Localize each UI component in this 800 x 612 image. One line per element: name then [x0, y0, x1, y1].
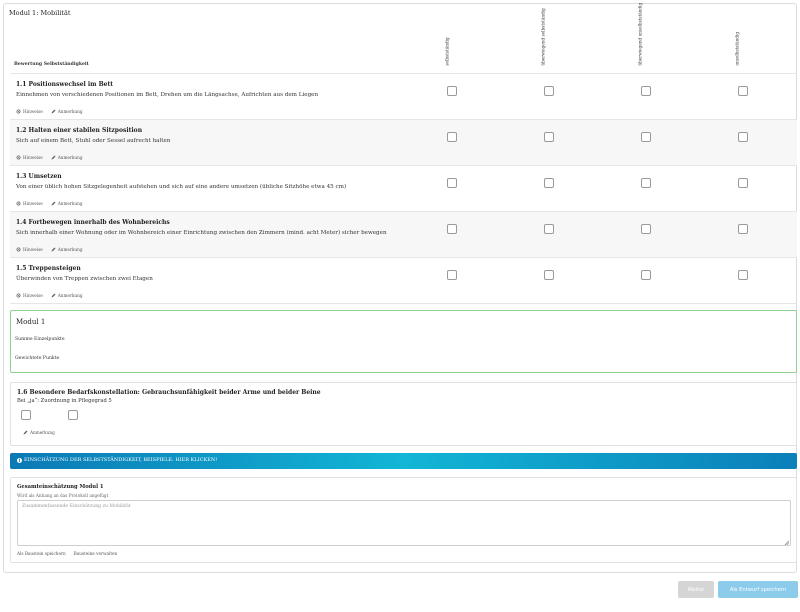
column-header-ueberwiegend-selbststaendig: überwiegend selbstständig — [540, 8, 546, 66]
criterion-actions: Hinweise Anmerkung — [16, 293, 83, 298]
criterion-title: 1.4 Fortbewegen innerhalb des Wohnbereic… — [16, 219, 170, 226]
module-score-title: Modul 1 — [16, 318, 46, 326]
rating-checkbox-ueberwiegend-selbststaendig[interactable] — [544, 86, 554, 96]
pencil-icon — [51, 155, 56, 160]
save-draft-button[interactable]: Als Entwurf speichern — [718, 581, 798, 598]
column-header-unselbststaendig: unselbstständig — [734, 32, 740, 66]
column-header-ueberwiegend-unselbststaendig: überwiegend unselbstständig — [637, 3, 643, 66]
special-constellation-text: Bei „ja“: Zuordnung in Pflegegrad 5 — [17, 398, 112, 404]
note-link[interactable]: Anmerkung — [51, 109, 83, 114]
rating-checkbox-ueberwiegend-unselbststaendig[interactable] — [641, 86, 651, 96]
note-link[interactable]: Anmerkung — [51, 247, 83, 252]
save-as-block-link[interactable]: Als Baustein speichern — [17, 551, 66, 556]
rating-checkbox-selbststaendig[interactable] — [447, 270, 457, 280]
criterion-actions: Hinweise Anmerkung — [16, 247, 83, 252]
rating-checkbox-ueberwiegend-selbststaendig[interactable] — [544, 270, 554, 280]
note-link[interactable]: Anmerkung — [51, 155, 83, 160]
module-score-box: Modul 1 Summe Einzelpunkte Gewichtete Pu… — [10, 310, 797, 373]
note-link[interactable]: Anmerkung — [23, 430, 55, 435]
manage-blocks-link[interactable]: Bausteine verwalten — [74, 551, 118, 556]
rating-checkbox-selbststaendig[interactable] — [447, 132, 457, 142]
note-link[interactable]: Anmerkung — [51, 201, 83, 206]
criterion-title: 1.2 Halten einer stabilen Sitzposition — [16, 127, 143, 134]
special-constellation-box: 1.6 Besondere Bedarfskonstellation: Gebr… — [10, 382, 797, 446]
criterion-title: 1.3 Umsetzen — [16, 173, 62, 180]
rating-checkbox-ueberwiegend-unselbststaendig[interactable] — [641, 224, 651, 234]
column-header-selbststaendig: selbstständig — [444, 37, 450, 66]
note-link[interactable]: Anmerkung — [51, 293, 83, 298]
criterion-title: 1.1 Positionswechsel im Bett — [16, 81, 114, 88]
pencil-icon — [51, 109, 56, 114]
criterion-actions: Hinweise Anmerkung — [16, 155, 83, 160]
criterion-description: Einnehmen von verschiedenen Positionen i… — [16, 92, 319, 98]
rating-checkbox-ueberwiegend-unselbststaendig[interactable] — [641, 178, 651, 188]
criterion-description: Von einer üblich hohen Sitzgelegenheit a… — [16, 184, 347, 190]
next-button[interactable]: Weiter — [678, 581, 714, 598]
gear-icon — [16, 155, 21, 160]
rating-checkbox-ueberwiegend-unselbststaendig[interactable] — [641, 270, 651, 280]
gear-icon — [16, 109, 21, 114]
gear-icon — [16, 293, 21, 298]
criterion-row: 1.3 Umsetzen Von einer üblich hohen Sitz… — [10, 166, 797, 212]
hint-link[interactable]: Hinweise — [16, 247, 43, 252]
rating-checkbox-unselbststaendig[interactable] — [738, 86, 748, 96]
sum-points-label: Summe Einzelpunkte — [15, 337, 65, 342]
weighted-points-label: Gewichtete Punkte — [15, 356, 60, 361]
criterion-row: 1.2 Halten einer stabilen Sitzposition S… — [10, 120, 797, 166]
gear-icon — [16, 201, 21, 206]
pencil-icon — [51, 247, 56, 252]
row-header-label: Bewertung Selbstständigkeit — [14, 62, 89, 67]
hint-link[interactable]: Hinweise — [16, 109, 43, 114]
criterion-actions: Hinweise Anmerkung — [16, 201, 83, 206]
hint-link[interactable]: Hinweise — [16, 201, 43, 206]
info-banner[interactable]: i EINSCHÄTZUNG DER SELBSTSTÄNDIGKEIT, BEI… — [10, 453, 797, 469]
criterion-row: 1.1 Positionswechsel im Bett Einnehmen v… — [10, 74, 797, 120]
special-no-checkbox[interactable] — [68, 410, 78, 420]
rating-checkbox-selbststaendig[interactable] — [447, 224, 457, 234]
criterion-actions: Hinweise Anmerkung — [16, 109, 83, 114]
rating-checkbox-unselbststaendig[interactable] — [738, 132, 748, 142]
rating-checkbox-unselbststaendig[interactable] — [738, 270, 748, 280]
rating-checkbox-ueberwiegend-unselbststaendig[interactable] — [641, 132, 651, 142]
rating-checkbox-ueberwiegend-selbststaendig[interactable] — [544, 178, 554, 188]
criterion-row: 1.4 Fortbewegen innerhalb des Wohnbereic… — [10, 212, 797, 258]
special-yes-checkbox[interactable] — [21, 410, 31, 420]
criteria-table: 1.1 Positionswechsel im Bett Einnehmen v… — [10, 73, 797, 304]
summary-textarea[interactable] — [17, 500, 791, 546]
rating-checkbox-ueberwiegend-selbststaendig[interactable] — [544, 224, 554, 234]
info-icon: i — [17, 457, 22, 463]
special-constellation-title: 1.6 Besondere Bedarfskonstellation: Gebr… — [17, 389, 321, 396]
hint-link[interactable]: Hinweise — [16, 293, 43, 298]
criterion-row: 1.5 Treppensteigen Überwinden von Treppe… — [10, 258, 797, 304]
rating-checkbox-ueberwiegend-selbststaendig[interactable] — [544, 132, 554, 142]
summary-hint: Wird als Anhang an das Protokoll angefüg… — [17, 493, 109, 498]
criterion-description: Sich innerhalb einer Wohnung oder im Woh… — [16, 230, 387, 236]
page-title: Modul 1: Mobilität — [9, 9, 71, 17]
pencil-icon — [51, 201, 56, 206]
column-headers: selbstständig überwiegend selbstständig … — [10, 3, 795, 68]
pencil-icon — [23, 430, 28, 435]
resize-handle-icon[interactable] — [783, 539, 789, 545]
summary-title: Gesamteinschätzung Modul 1 — [17, 484, 104, 490]
criterion-description: Überwinden von Treppen zwischen zwei Eta… — [16, 276, 153, 282]
criterion-description: Sich auf einem Bett, Stuhl oder Sessel a… — [16, 138, 171, 144]
rating-checkbox-unselbststaendig[interactable] — [738, 224, 748, 234]
rating-checkbox-selbststaendig[interactable] — [447, 86, 457, 96]
criterion-title: 1.5 Treppensteigen — [16, 265, 81, 272]
gear-icon — [16, 247, 21, 252]
rating-checkbox-selbststaendig[interactable] — [447, 178, 457, 188]
summary-box: Gesamteinschätzung Modul 1 Wird als Anha… — [10, 477, 797, 563]
summary-links: Als Baustein speichern Bausteine verwalt… — [17, 551, 117, 556]
info-banner-text: EINSCHÄTZUNG DER SELBSTSTÄNDIGKEIT, BEIS… — [24, 457, 218, 463]
rating-checkbox-unselbststaendig[interactable] — [738, 178, 748, 188]
pencil-icon — [51, 293, 56, 298]
hint-link[interactable]: Hinweise — [16, 155, 43, 160]
